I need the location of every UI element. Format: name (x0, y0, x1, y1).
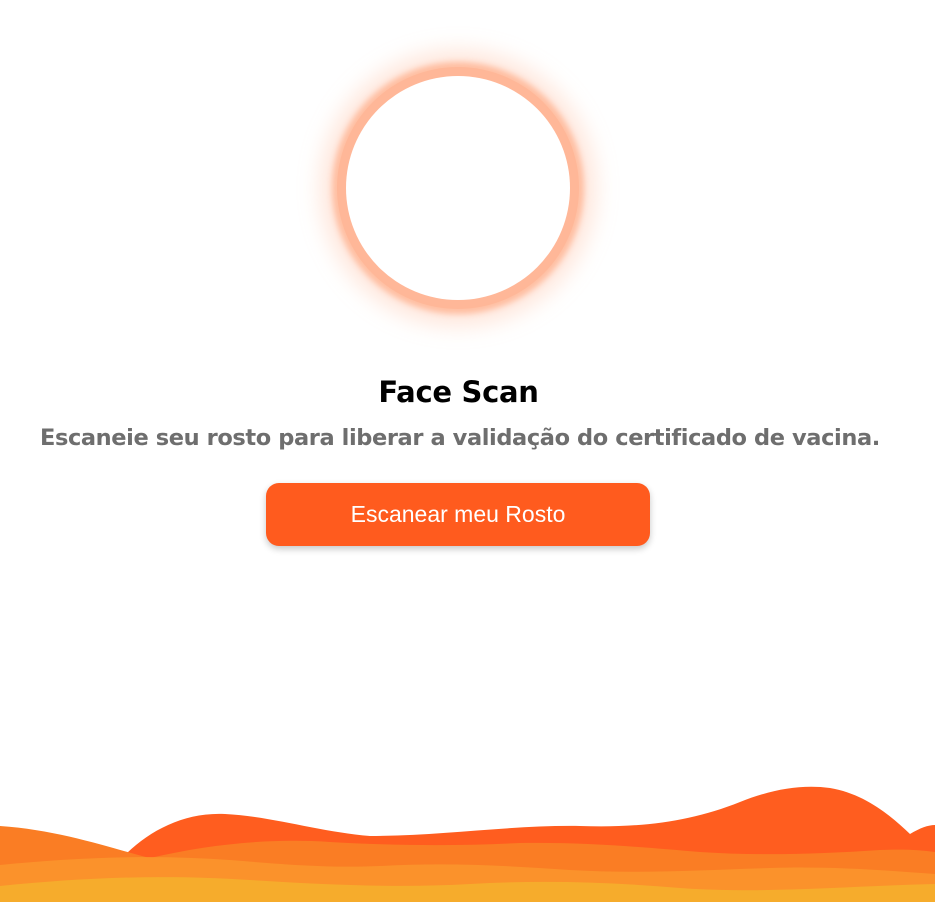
page-subtitle: Escaneie seu rosto para liberar a valida… (40, 425, 880, 451)
decorative-waves (0, 786, 935, 902)
face-scan-frame (346, 76, 570, 300)
scan-face-button[interactable]: Escanear meu Rosto (266, 483, 650, 546)
page-title: Face Scan (378, 375, 539, 409)
